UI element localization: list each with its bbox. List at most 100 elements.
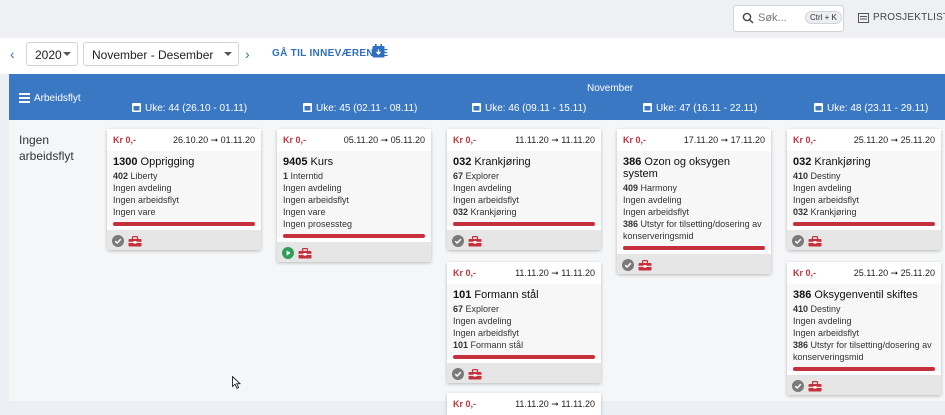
play-icon[interactable] bbox=[282, 246, 294, 264]
card-detail-line: Ingen arbeidsflyt bbox=[283, 194, 425, 206]
card-detail-text: Ingen avdeling bbox=[793, 183, 852, 193]
card-detail-text: Ingen arbeidsflyt bbox=[793, 195, 860, 205]
check-icon[interactable] bbox=[622, 258, 634, 276]
check-icon[interactable] bbox=[792, 234, 804, 252]
card-detail-number: 386 bbox=[623, 219, 639, 229]
card-price: Kr 0,- bbox=[453, 135, 477, 145]
card-header: Kr 0,- 26.10.20 ➞ 01.11.20 bbox=[107, 129, 261, 151]
toolbox-icon[interactable] bbox=[638, 258, 652, 276]
workflow-header-label: Arbeidsflyt bbox=[34, 93, 81, 104]
card-progress-bar bbox=[113, 222, 255, 226]
card-footer bbox=[447, 363, 601, 383]
task-card[interactable]: Kr 0,- 11.11.20 ➞ 11.11.20 101 Formann stå… bbox=[447, 262, 601, 383]
card-detail-number: 410 bbox=[793, 171, 809, 181]
card-detail-line: Ingen vare bbox=[283, 206, 425, 218]
task-card[interactable]: Kr 0,- 25.11.20 ➞ 25.11.20 386 Oksygenvent… bbox=[787, 262, 941, 395]
list-icon bbox=[858, 13, 869, 23]
card-detail-text: Ingen arbeidsflyt bbox=[283, 195, 350, 205]
card-title-number: 032 bbox=[453, 156, 472, 168]
card-detail-line: 67 Explorer bbox=[453, 303, 595, 315]
card-detail-text: Ingen arbeidsflyt bbox=[623, 207, 690, 217]
card-title: 1300 Opprigging bbox=[113, 156, 255, 168]
year-value: 2020 bbox=[35, 48, 62, 62]
card-detail-line: Ingen avdeling bbox=[453, 315, 595, 327]
card-detail-line: Ingen arbeidsflyt bbox=[113, 194, 255, 206]
row-label: Ingen arbeidsflyt bbox=[19, 133, 74, 163]
card-title-number: 101 bbox=[453, 289, 472, 301]
week-label: Uke: 44 (26.10 - 01.11) bbox=[145, 103, 248, 114]
card-dates: 25.11.20 ➞ 25.11.20 bbox=[853, 268, 935, 278]
period-select[interactable]: November - Desember bbox=[83, 42, 239, 66]
card-progress-bar bbox=[453, 355, 595, 359]
card-header: Kr 0,- 11.11.20 ➞ 11.11.20 bbox=[447, 262, 601, 284]
card-footer bbox=[447, 230, 601, 250]
task-card[interactable]: Kr 0,- 05.11.20 ➞ 05.11.20 9405 Kurs 1 Inte… bbox=[277, 129, 431, 262]
check-icon[interactable] bbox=[452, 234, 464, 252]
goto-current-button[interactable]: GÅ TIL INNEVÆRENDE bbox=[272, 48, 388, 59]
chevron-left-icon[interactable]: ‹ bbox=[10, 46, 15, 62]
card-title-text: Formann stål bbox=[474, 289, 539, 301]
month-label: November bbox=[587, 83, 634, 94]
week-label: Uke: 46 (09.11 - 15.11) bbox=[485, 103, 587, 114]
task-card[interactable]: Kr 0,- 11.11.20 ➞ 11.11.20 bbox=[447, 393, 601, 415]
card-header: Kr 0,- 17.11.20 ➞ 17.11.20 bbox=[617, 129, 771, 151]
card-detail-text: Ingen arbeidsflyt bbox=[453, 328, 520, 338]
workflow-icon bbox=[19, 93, 30, 103]
chevron-right-icon[interactable]: › bbox=[245, 46, 250, 62]
toolbox-icon[interactable] bbox=[468, 367, 482, 385]
task-card[interactable]: Kr 0,- 11.11.20 ➞ 11.11.20 032 Krankjøring… bbox=[447, 129, 601, 250]
card-detail-line: Ingen arbeidsflyt bbox=[793, 327, 935, 339]
card-body: 386 Ozon og oksygen system 409 Harmony Ing… bbox=[617, 151, 771, 250]
toolbox-icon[interactable] bbox=[128, 234, 142, 252]
card-detail-number: 67 bbox=[453, 304, 464, 314]
card-detail-number: 032 bbox=[453, 207, 469, 217]
card-detail-text: Explorer bbox=[465, 304, 500, 314]
toolbox-icon[interactable] bbox=[468, 234, 482, 252]
calendar-download-icon[interactable] bbox=[372, 44, 385, 58]
toolbox-icon[interactable] bbox=[298, 246, 312, 264]
card-detail-text: Ingen arbeidsflyt bbox=[793, 328, 860, 338]
card-footer bbox=[617, 254, 771, 274]
search-box[interactable]: Søk... Ctrl + K bbox=[733, 5, 844, 32]
card-detail-text: Ingen prosessteg bbox=[283, 219, 353, 229]
card-detail-text: Explorer bbox=[465, 171, 500, 181]
card-title-text: Krankjøring bbox=[474, 156, 531, 168]
toolbox-icon[interactable] bbox=[808, 379, 822, 397]
task-card[interactable]: Kr 0,- 26.10.20 ➞ 01.11.20 1300 Opprigging… bbox=[107, 129, 261, 250]
card-detail-line: 032 Krankjøring bbox=[453, 206, 595, 218]
card-detail-text: Formann stål bbox=[470, 340, 524, 350]
card-detail-text: Ingen avdeling bbox=[453, 183, 512, 193]
card-detail-line: Ingen avdeling bbox=[113, 182, 255, 194]
search-placeholder[interactable]: Søk... bbox=[758, 12, 787, 24]
card-detail-number: 67 bbox=[453, 171, 464, 181]
check-icon[interactable] bbox=[112, 234, 124, 252]
card-dates: 26.10.20 ➞ 01.11.20 bbox=[173, 135, 255, 145]
card-title-text: Krankjøring bbox=[814, 156, 871, 168]
card-price: Kr 0,- bbox=[793, 135, 817, 145]
toolbox-icon[interactable] bbox=[808, 234, 822, 252]
card-detail-text: Harmony bbox=[640, 183, 678, 193]
card-title: 032 Krankjøring bbox=[453, 156, 595, 168]
card-detail-text: Utstyr for tilsetting/dosering av konser… bbox=[793, 340, 932, 362]
card-dates: 11.11.20 ➞ 11.11.20 bbox=[515, 268, 595, 278]
card-title: 386 Ozon og oksygen system bbox=[623, 156, 765, 180]
check-icon[interactable] bbox=[452, 367, 464, 385]
year-select[interactable]: 2020 bbox=[26, 42, 78, 66]
card-footer bbox=[107, 230, 261, 250]
project-list-button[interactable]: PROSJEKTLISTE bbox=[858, 12, 945, 23]
period-value: November - Desember bbox=[92, 48, 214, 62]
card-detail-text: Utstyr for tilsetting/dosering av konser… bbox=[623, 219, 762, 241]
card-detail-text: Liberty bbox=[130, 171, 158, 181]
card-title-number: 9405 bbox=[283, 156, 308, 168]
card-dates: 05.11.20 ➞ 05.11.20 bbox=[343, 135, 425, 145]
check-icon[interactable] bbox=[792, 379, 804, 397]
card-detail-line: Ingen avdeling bbox=[793, 315, 935, 327]
card-detail-text: Ingen avdeling bbox=[113, 183, 172, 193]
week-47: Uke: 47 (16.11 - 22.11) bbox=[643, 102, 757, 114]
card-detail-line: Ingen arbeidsflyt bbox=[453, 194, 595, 206]
card-detail-line: 386 Utstyr for tilsetting/dosering av ko… bbox=[793, 339, 935, 363]
task-card[interactable]: Kr 0,- 25.11.20 ➞ 25.11.20 032 Krankjøring… bbox=[787, 129, 941, 250]
calendar-icon bbox=[472, 103, 481, 112]
card-title-number: 1300 bbox=[113, 156, 138, 168]
task-card[interactable]: Kr 0,- 17.11.20 ➞ 17.11.20 386 Ozon og oks… bbox=[617, 129, 771, 274]
